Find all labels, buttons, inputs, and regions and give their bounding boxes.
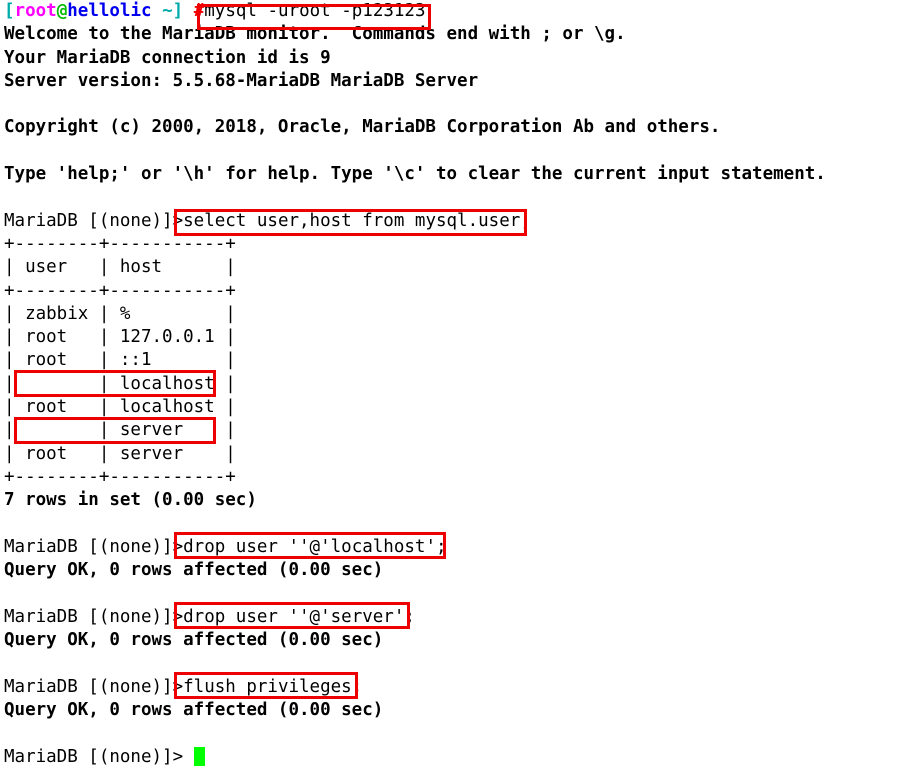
query-ok-status: Query OK, 0 rows affected (0.00 sec)	[4, 560, 384, 581]
prompt-username: root	[14, 1, 57, 21]
db-prompt-2: MariaDB [(none)]>	[4, 536, 184, 557]
table-rule-bottom: +--------+-----------+	[4, 466, 236, 487]
query-ok-status: Query OK, 0 rows affected (0.00 sec)	[4, 699, 384, 720]
server-version-line: Server version: 5.5.68-MariaDB MariaDB S…	[4, 70, 479, 91]
table-row: | root | localhost |	[4, 397, 236, 418]
drop-server-prompt-line: MariaDB [(none)]>drop user ''@'server';	[0, 606, 906, 629]
table-row: | | server |	[4, 420, 236, 441]
table-row: | root | server |	[4, 443, 236, 464]
table-row: | root | ::1 |	[4, 350, 236, 371]
drop-localhost-command-text[interactable]: drop user ''@'localhost';	[183, 537, 446, 557]
db-prompt-5: MariaDB [(none)]>	[4, 746, 184, 767]
table-rule-top: +--------+-----------+	[4, 233, 236, 254]
prompt-at-sign: @	[56, 1, 68, 21]
drop-localhost-prompt-line: MariaDB [(none)]>drop user ''@'localhost…	[0, 536, 906, 559]
table-header-row: | user | host |	[4, 257, 236, 278]
table-row: | root | 127.0.0.1 |	[4, 327, 236, 348]
flush-command-text[interactable]: flush privileges;	[183, 677, 362, 697]
select-command-text[interactable]: select user,host from mysql.user;	[183, 211, 531, 231]
table-row: | | localhost |	[4, 373, 236, 394]
drop-server-command-text[interactable]: drop user ''@'server';	[183, 607, 415, 627]
db-prompt-4: MariaDB [(none)]>	[4, 676, 184, 697]
query-ok-status: Query OK, 0 rows affected (0.00 sec)	[4, 630, 384, 651]
help-line: Type 'help;' or '\h' for help. Type '\c'…	[4, 164, 826, 185]
connection-id-line: Your MariaDB connection id is 9	[4, 47, 331, 68]
prompt-hostname: hellolic	[67, 1, 152, 21]
prompt-close-bracket: ~]	[151, 1, 184, 21]
terminal-window: [root@hellolic ~] #mysql -uroot -p123123…	[0, 0, 906, 775]
copyright-line: Copyright (c) 2000, 2018, Oracle, MariaD…	[4, 117, 721, 138]
flush-prompt-line: MariaDB [(none)]>flush privileges;	[0, 676, 906, 699]
prompt-open-bracket: [	[4, 1, 15, 21]
welcome-line: Welcome to the MariaDB monitor. Commands…	[4, 24, 626, 45]
db-prompt-1: MariaDB [(none)]>	[4, 210, 184, 231]
shell-prompt-line: [root@hellolic ~] #mysql -uroot -p123123	[0, 0, 906, 23]
prompt-hash-symbol: #	[193, 1, 205, 21]
text-cursor	[193, 746, 205, 766]
select-prompt-line: MariaDB [(none)]>select user,host from m…	[0, 210, 906, 233]
login-command-text[interactable]: mysql -uroot -p123123	[204, 1, 425, 21]
rows-in-set-status: 7 rows in set (0.00 sec)	[4, 490, 257, 511]
current-prompt-line[interactable]: MariaDB [(none)]>	[0, 746, 906, 769]
db-prompt-3: MariaDB [(none)]>	[4, 606, 184, 627]
table-row: | zabbix | % |	[4, 303, 236, 324]
table-rule-mid: +--------+-----------+	[4, 280, 236, 301]
